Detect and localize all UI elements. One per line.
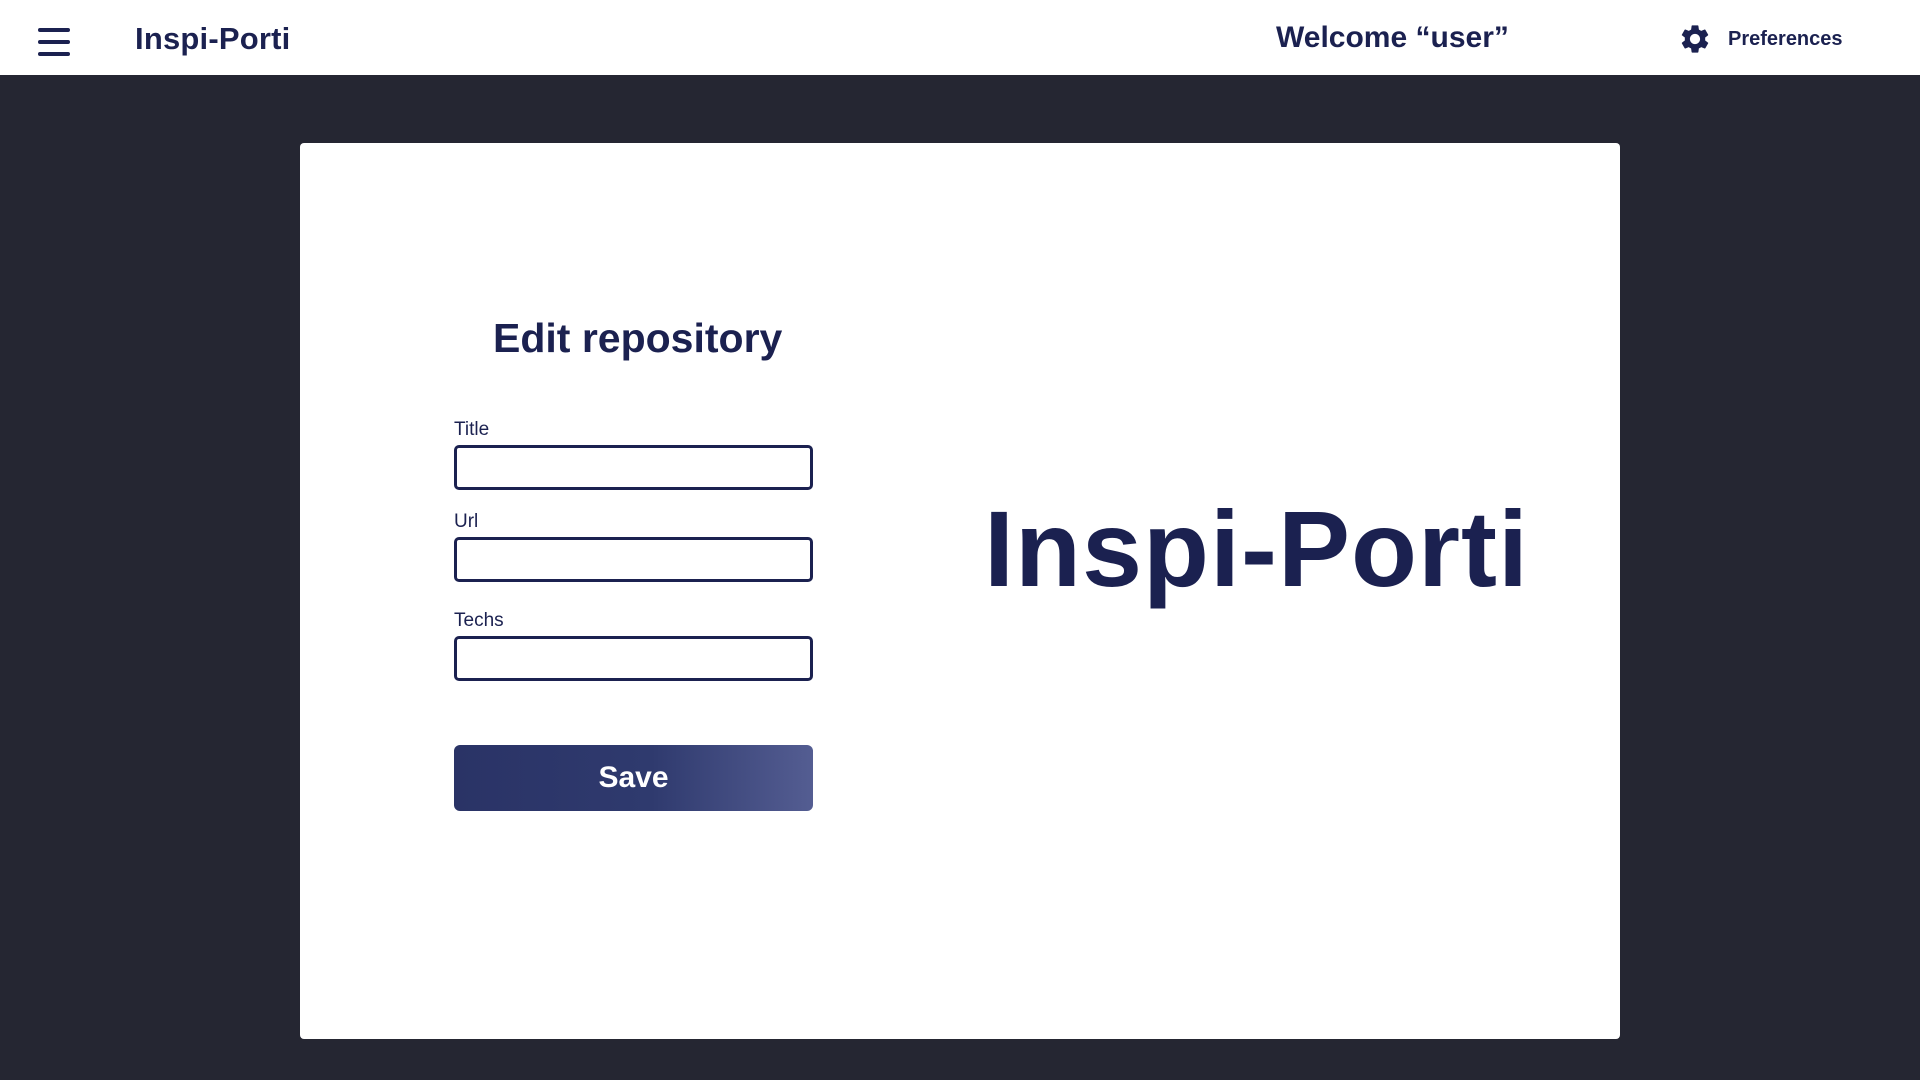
save-button[interactable]: Save <box>454 745 813 811</box>
techs-field-label: Techs <box>454 610 504 631</box>
url-input[interactable] <box>454 537 813 582</box>
title-field-label: Title <box>454 419 490 440</box>
edit-repository-card: Edit repository Title Url Techs Save Ins… <box>300 143 1620 1039</box>
techs-input[interactable] <box>454 636 813 681</box>
title-input[interactable] <box>454 445 813 490</box>
hamburger-menu-icon[interactable] <box>38 28 70 56</box>
welcome-message: Welcome “user” <box>1276 21 1509 54</box>
app-brand[interactable]: Inspi-Porti <box>135 21 290 57</box>
url-field-label: Url <box>454 511 479 532</box>
brand-logo-large: Inspi-Porti <box>984 488 1529 609</box>
form-title: Edit repository <box>493 315 783 361</box>
menu-bar-line <box>38 52 70 56</box>
top-navigation-bar: Inspi-Porti Welcome “user” Preferences <box>0 0 1920 75</box>
menu-bar-line <box>38 28 70 32</box>
gear-icon <box>1678 22 1712 56</box>
preferences-label: Preferences <box>1728 27 1843 50</box>
menu-bar-line <box>38 40 70 44</box>
preferences-button[interactable]: Preferences <box>1678 22 1843 56</box>
